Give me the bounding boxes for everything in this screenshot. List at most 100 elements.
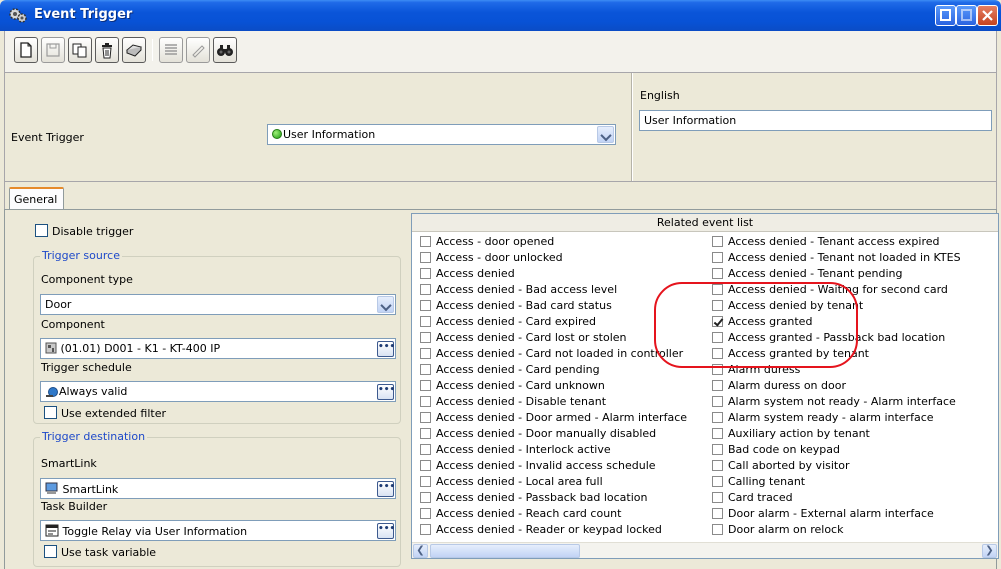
title-bar: Event Trigger [0, 0, 1001, 31]
related-event-checkbox[interactable] [420, 332, 431, 343]
related-event-label: Access granted by tenant [728, 347, 869, 360]
list-icon [165, 44, 177, 55]
related-event-label: Access denied - Card not loaded in contr… [436, 347, 684, 360]
component-type-select[interactable]: Door [40, 294, 396, 315]
related-event-checkbox[interactable] [420, 380, 431, 391]
task-builder-field[interactable]: Toggle Relay via User Information ••• [40, 520, 396, 541]
related-event-checkbox[interactable] [420, 412, 431, 423]
related-event-checkbox[interactable] [712, 284, 723, 295]
related-event-label: Access denied - Disable tenant [436, 395, 607, 408]
related-event-checkbox[interactable] [420, 460, 431, 471]
related-event-checkbox[interactable] [712, 300, 723, 311]
related-event-checkbox[interactable] [420, 252, 431, 263]
list-button[interactable] [159, 37, 183, 63]
scroll-thumb[interactable] [430, 544, 580, 558]
related-event-checkbox[interactable] [712, 364, 723, 375]
trigger-source-title: Trigger source [40, 249, 122, 262]
related-event-label: Card traced [728, 491, 793, 504]
related-event-checkbox[interactable] [712, 428, 723, 439]
related-event-checkbox[interactable] [420, 284, 431, 295]
related-event-checkbox[interactable] [420, 492, 431, 503]
related-event-checkbox[interactable] [712, 444, 723, 455]
schedule-icon [46, 387, 58, 397]
related-event-checkbox[interactable] [712, 460, 723, 471]
related-event-label: Access - door unlocked [436, 251, 563, 264]
tab-general[interactable]: General [9, 187, 65, 211]
horizontal-scrollbar[interactable]: ❮ ❯ [412, 542, 998, 558]
related-event-checkbox[interactable] [712, 508, 723, 519]
extended-filter-checkbox[interactable] [44, 406, 57, 419]
edit-button[interactable] [186, 37, 210, 63]
new-button[interactable] [14, 37, 38, 63]
maximize-button[interactable] [956, 5, 977, 26]
related-event-label: Access granted - Passback bad location [728, 331, 946, 344]
related-event-label: Call aborted by visitor [728, 459, 850, 472]
related-event-label: Access denied - Card expired [436, 315, 597, 328]
related-event-checkbox[interactable] [420, 316, 431, 327]
related-event-label: Access denied by tenant [728, 299, 864, 312]
task-variable-label: Use task variable [61, 546, 157, 559]
save-icon [46, 43, 60, 57]
related-event-checkbox[interactable] [420, 348, 431, 359]
find-button[interactable] [213, 37, 237, 63]
related-event-checkbox[interactable] [712, 252, 723, 263]
translation-input[interactable]: User Information [639, 110, 992, 131]
event-trigger-select[interactable]: User Information [267, 124, 616, 145]
task-icon [45, 524, 59, 537]
related-event-checkbox[interactable] [712, 524, 723, 535]
component-type-value: Door [45, 298, 72, 311]
related-event-label: Access denied - Tenant not loaded in KTE… [728, 251, 961, 264]
related-event-label: Calling tenant [728, 475, 806, 488]
scroll-right-icon[interactable]: ❯ [982, 544, 997, 558]
task-builder-browse-button[interactable]: ••• [377, 523, 395, 539]
related-event-checkbox[interactable] [712, 332, 723, 343]
task-variable-checkbox[interactable] [44, 545, 57, 558]
component-field[interactable]: (01.01) D001 - K1 - KT-400 IP ••• [40, 338, 396, 359]
smartlink-browse-button[interactable]: ••• [377, 481, 395, 497]
restore-button[interactable] [935, 5, 956, 26]
related-event-checkbox[interactable] [712, 268, 723, 279]
smartlink-value: SmartLink [62, 483, 119, 496]
related-event-checkbox[interactable] [712, 316, 723, 327]
related-event-checkbox[interactable] [420, 236, 431, 247]
trigger-schedule-field[interactable]: Always valid ••• [40, 381, 396, 402]
related-event-checkbox[interactable] [712, 348, 723, 359]
related-event-checkbox[interactable] [420, 396, 431, 407]
copy-button[interactable] [68, 37, 92, 63]
tab-strip: General [4, 182, 997, 211]
task-builder-label: Task Builder [41, 500, 108, 513]
close-button[interactable] [977, 5, 998, 26]
print-button[interactable] [122, 37, 146, 63]
component-browse-button[interactable]: ••• [377, 341, 395, 357]
related-event-checkbox[interactable] [712, 236, 723, 247]
related-event-checkbox[interactable] [420, 300, 431, 311]
related-event-checkbox[interactable] [712, 476, 723, 487]
related-event-checkbox[interactable] [420, 428, 431, 439]
smartlink-field[interactable]: SmartLink ••• [40, 478, 396, 499]
related-event-checkbox[interactable] [420, 268, 431, 279]
related-event-label: Alarm duress [728, 363, 801, 376]
related-event-checkbox[interactable] [420, 476, 431, 487]
window-title: Event Trigger [34, 7, 133, 22]
related-event-checkbox[interactable] [712, 492, 723, 503]
related-event-checkbox[interactable] [420, 444, 431, 455]
related-event-label: Bad code on keypad [728, 443, 840, 456]
door-component-icon [45, 342, 57, 354]
related-event-checkbox[interactable] [712, 412, 723, 423]
related-event-checkbox[interactable] [712, 380, 723, 391]
related-event-checkbox[interactable] [712, 396, 723, 407]
related-event-label: Access denied - Card pending [436, 363, 600, 376]
related-event-checkbox[interactable] [420, 524, 431, 535]
component-value: (01.01) D001 - K1 - KT-400 IP [60, 342, 221, 355]
scroll-left-icon[interactable]: ❮ [413, 544, 428, 558]
related-event-list[interactable]: Related event list Access - door opened A… [411, 213, 999, 559]
schedule-browse-button[interactable]: ••• [377, 384, 395, 400]
related-event-checkbox[interactable] [420, 508, 431, 519]
chevron-down-icon[interactable] [377, 296, 394, 313]
disable-trigger-checkbox[interactable] [35, 224, 48, 237]
delete-button[interactable] [95, 37, 119, 63]
related-event-label: Access denied - Local area full [436, 475, 603, 488]
save-button[interactable] [41, 37, 65, 63]
related-event-checkbox[interactable] [420, 364, 431, 375]
chevron-down-icon[interactable] [597, 126, 614, 143]
